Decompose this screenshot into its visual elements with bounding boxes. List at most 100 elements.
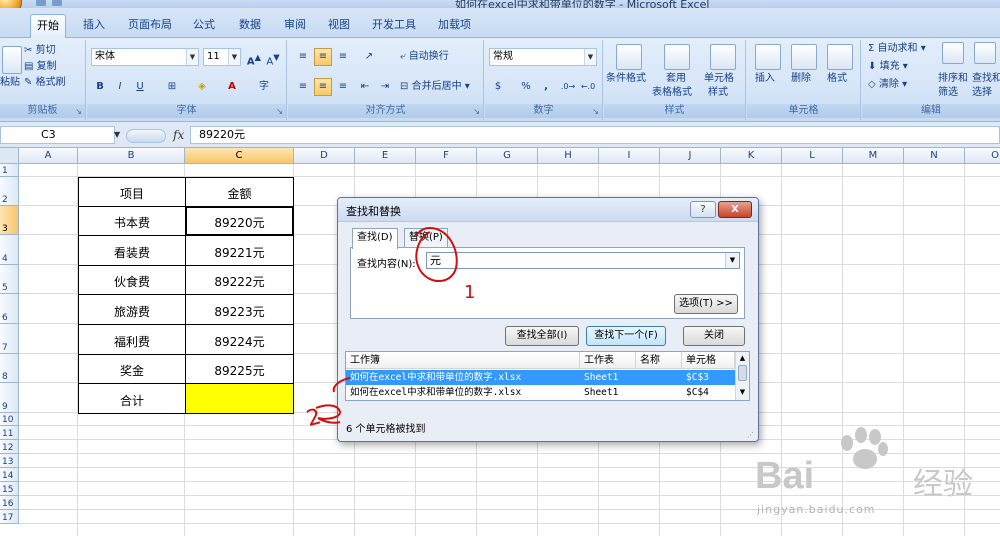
dialog-launcher-icon[interactable]: ↘ [473,108,480,116]
save-icon[interactable] [36,0,46,6]
insert-cells-icon[interactable] [755,44,781,70]
cell-styles-label-2[interactable]: 样式 [708,86,728,100]
row-header-3[interactable]: 3 [0,206,19,235]
row-header-1[interactable]: 1 [0,164,19,177]
column-header-m[interactable]: M [843,148,904,164]
column-header-k[interactable]: K [721,148,782,164]
currency-button[interactable]: $ [489,78,507,96]
find-next-button[interactable]: 查找下一个(F) [586,326,666,346]
table-cell[interactable]: 89221元 [185,235,294,266]
copy-button[interactable]: ▤ 复制 [24,60,57,74]
dialog-launcher-icon[interactable]: ↘ [276,108,283,116]
results-header-name[interactable]: 名称 [636,352,682,369]
cut-button[interactable]: ✂ 剪切 [24,44,56,58]
align-right-icon[interactable]: ≡ [334,78,352,96]
row-header-13[interactable]: 13 [0,454,19,468]
undo-icon[interactable] [52,0,62,6]
format-cells-icon[interactable] [827,44,853,70]
row-header-12[interactable]: 12 [0,440,19,454]
align-middle-icon[interactable]: ≡ [314,48,332,66]
column-header-c[interactable]: C [185,148,294,164]
list-item[interactable]: 如何在excel中求和带单位的数字.xlsx Sheet1 $C$3 [346,370,735,385]
cell-styles-label-1[interactable]: 单元格 [704,72,734,86]
column-header-e[interactable]: E [355,148,416,164]
row-header-5[interactable]: 5 [0,265,19,294]
row-header-17[interactable]: 17 [0,510,19,524]
fill-color-icon[interactable]: ◈ [193,78,211,96]
underline-button[interactable]: U [131,78,149,96]
column-header-h[interactable]: H [538,148,599,164]
column-header-i[interactable]: I [599,148,660,164]
format-as-table-icon[interactable] [664,44,690,70]
insert-function-icon[interactable]: fx [173,128,184,142]
font-size-combo[interactable]: 11 ▼ [203,48,241,66]
orientation-icon[interactable]: ↗ [360,48,378,66]
tab-addins[interactable]: 加载项 [432,14,477,38]
format-as-table-label-2[interactable]: 表格格式 [652,86,692,100]
border-icon[interactable]: ⊞ [163,78,181,96]
help-button[interactable]: ? [690,201,716,218]
name-box[interactable]: C3 [0,126,115,144]
table-cell[interactable]: 看装费 [78,235,186,266]
formula-bar-splitter[interactable] [126,129,166,143]
row-header-16[interactable]: 16 [0,496,19,510]
comma-button[interactable]: , [537,78,555,96]
font-name-combo[interactable]: 宋体 ▼ [91,48,199,66]
row-header-8[interactable]: 8 [0,354,19,383]
table-cell[interactable]: 89225元 [185,354,294,384]
select-all-corner[interactable] [0,148,19,164]
results-header-workbook[interactable]: 工作簿 [346,352,580,369]
fill-button[interactable]: ⬇ 填充 ▾ [868,60,908,74]
row-header-4[interactable]: 4 [0,235,19,265]
options-button[interactable]: 选项(T) >> [674,294,738,314]
shrink-font-button[interactable]: A▼ [264,48,282,67]
tab-developer[interactable]: 开发工具 [366,14,422,38]
bold-button[interactable]: B [91,78,109,96]
align-top-icon[interactable]: ≡ [294,48,312,66]
column-header-g[interactable]: G [477,148,538,164]
sort-filter-label-2[interactable]: 筛选 [938,86,958,100]
tab-page-layout[interactable]: 页面布局 [122,14,178,38]
close-button[interactable]: 关闭 [683,326,745,346]
formula-input[interactable]: 89220元 [190,126,1000,144]
cell-styles-icon[interactable] [710,44,736,70]
find-all-button[interactable]: 查找全部(I) [505,326,579,346]
tab-home[interactable]: 开始 [30,14,66,38]
increase-indent-icon[interactable]: ⇥ [376,78,394,96]
paste-icon[interactable] [2,46,22,74]
results-header-sheet[interactable]: 工作表 [580,352,636,369]
results-scrollbar[interactable]: ▲ ▼ [735,352,749,400]
column-header-l[interactable]: L [782,148,843,164]
scroll-thumb[interactable] [738,365,747,381]
close-icon[interactable]: X [718,201,752,218]
sort-filter-icon[interactable] [942,42,964,64]
decrease-indent-icon[interactable]: ⇤ [356,78,374,96]
find-select-label-2[interactable]: 选择 [972,86,992,100]
column-header-b[interactable]: B [78,148,185,164]
row-header-14[interactable]: 14 [0,468,19,482]
chevron-down-icon[interactable]: ▼ [725,253,739,268]
conditional-format-button[interactable]: 条件格式 [606,72,646,86]
find-select-label-1[interactable]: 查找和 [972,72,1000,86]
dialog-launcher-icon[interactable]: ↘ [75,108,82,116]
tab-review[interactable]: 审阅 [278,14,312,38]
format-button[interactable]: 格式 [827,72,847,86]
column-header-j[interactable]: J [660,148,721,164]
column-header-n[interactable]: N [904,148,965,164]
wrap-text-button[interactable]: ⤶ 自动换行 [400,50,449,64]
align-left-icon[interactable]: ≡ [294,78,312,96]
format-as-table-label-1[interactable]: 套用 [666,72,686,86]
tab-replace[interactable]: 替换(P) [404,228,448,248]
row-header-10[interactable]: 10 [0,413,19,426]
tab-find[interactable]: 查找(D) [352,228,398,249]
font-color-icon[interactable]: A [223,78,241,96]
column-header-f[interactable]: F [416,148,477,164]
scroll-up-icon[interactable]: ▲ [737,352,748,364]
table-cell[interactable]: 89224元 [185,324,294,355]
tab-view[interactable]: 视图 [322,14,356,38]
header-cell-item[interactable]: 项目 [78,177,186,207]
grow-font-button[interactable]: A▲ [245,48,263,67]
table-cell[interactable]: 89222元 [185,265,294,295]
table-cell[interactable]: 书本费 [78,206,186,236]
decrease-decimal-icon[interactable]: ←.0 [579,78,597,96]
